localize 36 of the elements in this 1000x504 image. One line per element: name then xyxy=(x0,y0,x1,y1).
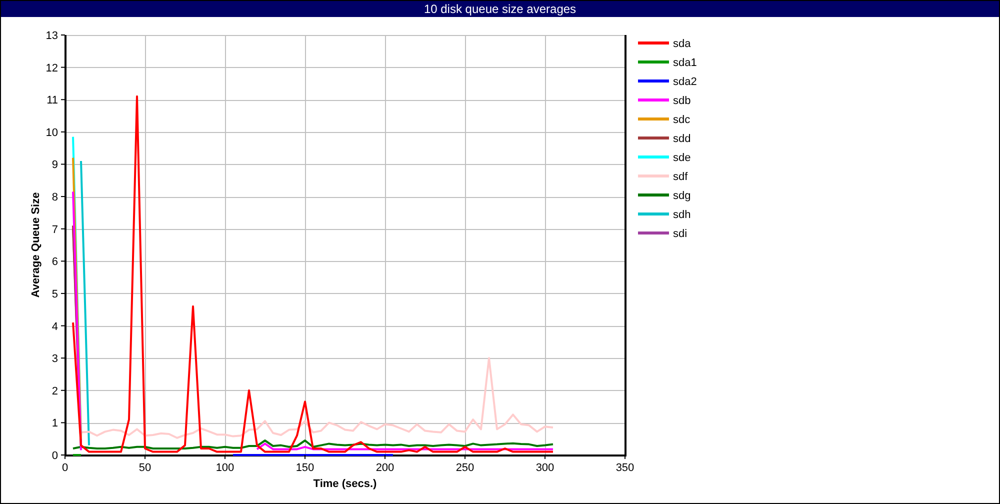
axis-tick-label: 300 xyxy=(536,462,554,474)
axis-tick-label: 4 xyxy=(52,320,58,333)
legend-label: sda xyxy=(673,38,691,50)
axis-tick-label: 0 xyxy=(62,462,68,474)
axis-tick-label: 150 xyxy=(296,462,314,474)
legend-label: sdc xyxy=(673,114,690,126)
legend-label: sdh xyxy=(673,209,691,221)
axis-tick-label: 10 xyxy=(46,126,58,139)
axis-tick-label: 11 xyxy=(46,94,58,107)
y-axis-title: Average Queue Size xyxy=(30,192,42,298)
x-axis-title: Time (secs.) xyxy=(313,478,377,490)
axis-tick-label: 350 xyxy=(616,462,634,474)
axis-tick-label: 3 xyxy=(52,353,58,366)
axis-tick-label: 8 xyxy=(52,192,58,204)
axis-tick-label: 0 xyxy=(52,450,58,462)
axis-tick-label: 250 xyxy=(456,462,474,474)
legend-label: sdi xyxy=(673,228,688,240)
axis-tick-label: 5 xyxy=(52,288,58,300)
legend-label: sda2 xyxy=(673,76,697,88)
axis-tick-label: 9 xyxy=(52,159,58,172)
legend-label: sdg xyxy=(673,190,691,202)
axis-tick-label: 50 xyxy=(138,462,152,474)
axis-tick-label: 100 xyxy=(216,462,234,474)
window-title: 10 disk queue size averages xyxy=(422,2,578,16)
legend-label: sdf xyxy=(673,171,688,183)
axis-tick-label: 13 xyxy=(46,30,58,42)
axis-tick-label: 2 xyxy=(52,385,58,398)
legend-label: sde xyxy=(673,152,691,164)
axis-tick-label: 1 xyxy=(52,418,58,430)
axis-tick-label: 6 xyxy=(52,256,58,268)
axis-tick-label: 200 xyxy=(376,462,394,474)
legend-label: sda1 xyxy=(673,57,697,69)
axis-tick-label: 12 xyxy=(46,62,58,74)
legend-label: sdb xyxy=(673,95,691,107)
legend-label: sdd xyxy=(673,133,691,145)
axis-tick-label: 7 xyxy=(52,224,58,236)
